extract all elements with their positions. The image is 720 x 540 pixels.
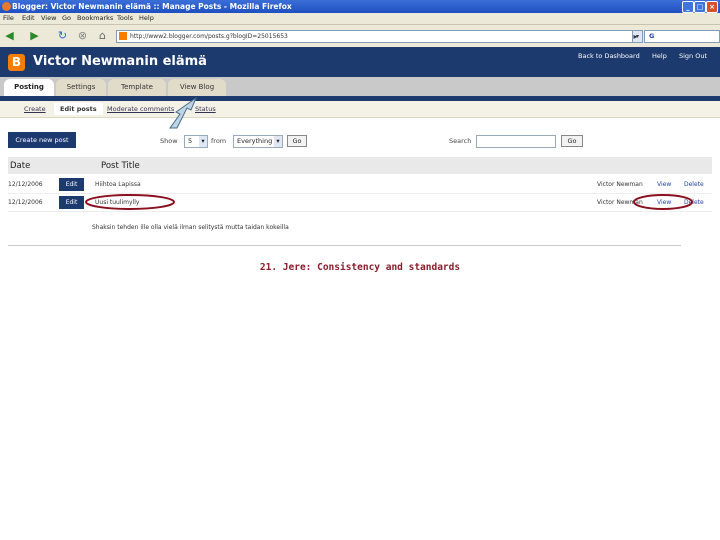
post-title[interactable]: Hiihtoa Lapissa (95, 181, 141, 188)
search-engine-box[interactable]: G (644, 30, 720, 43)
go-arrow-icon[interactable]: ▸ (631, 30, 640, 41)
blog-title: Victor Newmanin elämä (33, 54, 207, 69)
google-g-icon: G (649, 32, 655, 40)
arrow-shape (169, 96, 198, 129)
menu-edit[interactable]: Edit (22, 14, 35, 22)
search-go-button[interactable]: Go (561, 135, 583, 147)
content-divider (8, 245, 681, 246)
posts-note: Shaksin tehden ille olla vielä ilman sel… (92, 224, 289, 231)
post-author: Victor Newman (597, 181, 643, 188)
menu-view[interactable]: View (41, 14, 56, 22)
view-highlight-circle (633, 194, 693, 210)
column-post-title: Post Title (101, 161, 140, 171)
table-row: 12/12/2006 Edit Hiihtoa Lapissa Victor N… (8, 176, 712, 194)
subnav-create[interactable]: Create (24, 105, 46, 113)
stop-icon[interactable]: ⊗ (76, 29, 89, 42)
column-date: Date (10, 161, 31, 171)
post-date: 12/12/2006 (8, 199, 43, 206)
sign-out-link[interactable]: Sign Out (679, 52, 707, 60)
url-text: http://www2.blogger.com/posts.g?blogID=2… (130, 33, 288, 40)
create-new-post-button[interactable]: Create new post (8, 132, 76, 148)
posts-table-header: Date Post Title (8, 157, 712, 174)
slide-caption: 21. Jere: Consistency and standards (259, 262, 461, 273)
menu-help[interactable]: Help (139, 14, 154, 22)
menu-bar: File Edit View Go Bookmarks Tools Help (0, 13, 720, 25)
back-to-dashboard-link[interactable]: Back to Dashboard (578, 52, 640, 60)
menu-tools[interactable]: Tools (117, 14, 133, 22)
menu-file[interactable]: File (3, 14, 14, 22)
reload-icon[interactable]: ↻ (56, 29, 69, 42)
tab-template[interactable]: Template (108, 79, 166, 96)
window-title-bar[interactable]: Blogger: Victor Newmanin elämä :: Manage… (0, 0, 720, 13)
blogger-header: B Victor Newmanin elämä Back to Dashboar… (0, 47, 720, 77)
search-label: Search (449, 137, 472, 145)
help-link[interactable]: Help (652, 52, 667, 60)
search-input[interactable] (476, 135, 556, 148)
posting-subnav: Create Edit posts Moderate comments Stat… (0, 101, 720, 118)
window-title: Blogger: Victor Newmanin elämä :: Manage… (12, 2, 292, 11)
maximize-button[interactable]: □ (694, 1, 706, 13)
post-date: 12/12/2006 (8, 181, 43, 188)
show-value: 5 (188, 137, 193, 145)
forward-icon[interactable]: ▶ (28, 29, 41, 42)
tab-bar: Posting Settings Template View Blog (0, 77, 720, 98)
site-favicon (119, 32, 127, 40)
minimize-button[interactable]: _ (682, 1, 694, 13)
close-button[interactable]: × (706, 1, 718, 13)
edit-button[interactable]: Edit (59, 178, 84, 191)
delete-link[interactable]: Delete (684, 181, 704, 188)
show-select[interactable]: 5 ▾ (184, 135, 208, 148)
view-link[interactable]: View (657, 181, 671, 188)
filter-go-button[interactable]: Go (287, 135, 307, 147)
blogger-logo-icon: B (8, 54, 25, 71)
navigation-toolbar: ◀ ▶ ↻ ⊗ ⌂ http://www2.blogger.com/posts.… (0, 25, 720, 48)
from-label: from (211, 137, 227, 145)
chevron-down-icon: ▾ (274, 136, 282, 147)
callout-arrow (169, 96, 198, 129)
chevron-down-icon: ▾ (199, 136, 207, 147)
back-icon[interactable]: ◀ (3, 29, 16, 42)
tab-settings[interactable]: Settings (56, 79, 106, 96)
from-select[interactable]: Everything ▾ (233, 135, 283, 148)
menu-bookmarks[interactable]: Bookmarks (77, 14, 113, 22)
from-value: Everything (237, 137, 273, 145)
firefox-icon (2, 2, 11, 11)
subnav-edit-posts[interactable]: Edit posts (54, 103, 103, 115)
menu-go[interactable]: Go (62, 14, 71, 22)
address-bar[interactable]: http://www2.blogger.com/posts.g?blogID=2… (116, 30, 643, 43)
home-icon[interactable]: ⌂ (96, 29, 109, 42)
title-highlight-circle (85, 194, 175, 210)
show-label: Show (160, 137, 178, 145)
edit-button[interactable]: Edit (59, 196, 84, 209)
